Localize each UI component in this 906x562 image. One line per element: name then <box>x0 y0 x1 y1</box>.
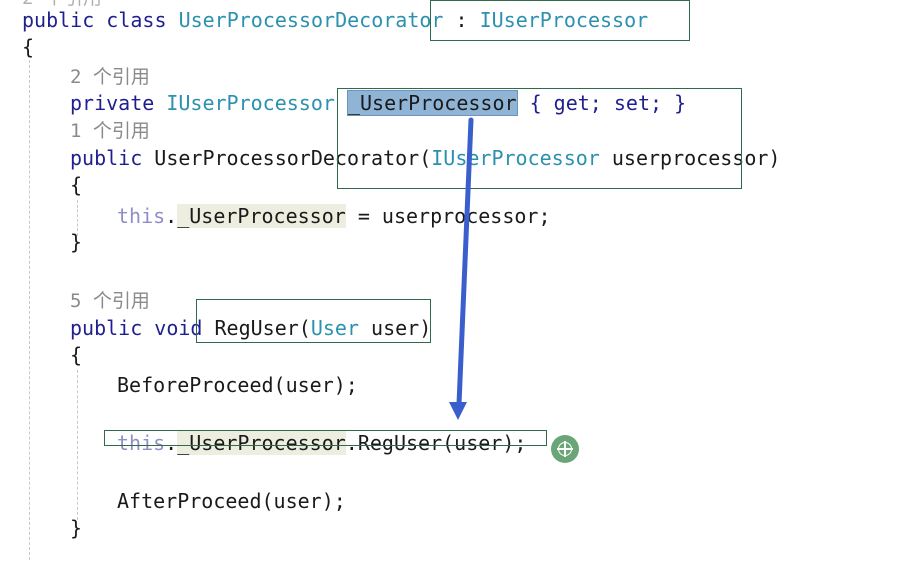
annotation-box-call-line <box>104 430 547 446</box>
indent-guide-class <box>29 60 30 560</box>
ctor-body-line: this._UserProcessor = userprocessor; <box>117 204 551 228</box>
dot: . <box>165 204 178 228</box>
annotation-box-interface <box>430 0 690 41</box>
indent-guide-method <box>77 370 78 520</box>
method-open-brace: { <box>70 343 83 367</box>
keyword-public: public <box>70 316 143 340</box>
crosshair-plus-icon <box>551 435 579 463</box>
class-open-brace: { <box>22 35 35 59</box>
keyword-public: public <box>22 8 95 32</box>
method-body-before: BeforeProceed(user); <box>117 373 358 397</box>
codelens-ctor-references[interactable]: 1 个引用 <box>70 119 150 143</box>
class-name[interactable]: UserProcessorDecorator <box>179 8 444 32</box>
annotation-box-property <box>337 88 742 189</box>
ctor-open-brace: { <box>70 173 83 197</box>
method-body-after: AfterProceed(user); <box>117 489 346 513</box>
keyword-class: class <box>106 8 167 32</box>
keyword-private: private <box>70 91 155 115</box>
field-reference[interactable]: _UserProcessor <box>177 204 346 228</box>
codelens-method-references[interactable]: 5 个引用 <box>70 289 150 313</box>
property-type[interactable]: IUserProcessor <box>166 91 335 115</box>
annotation-box-method-name <box>196 299 431 343</box>
keyword-this: this <box>117 204 166 228</box>
assignment-rest: = userprocessor; <box>345 204 551 228</box>
keyword-public: public <box>70 146 143 170</box>
codelens-property-references[interactable]: 2 个引用 <box>70 65 150 89</box>
ctor-close-brace: } <box>70 230 83 254</box>
method-close-brace: } <box>70 516 83 540</box>
